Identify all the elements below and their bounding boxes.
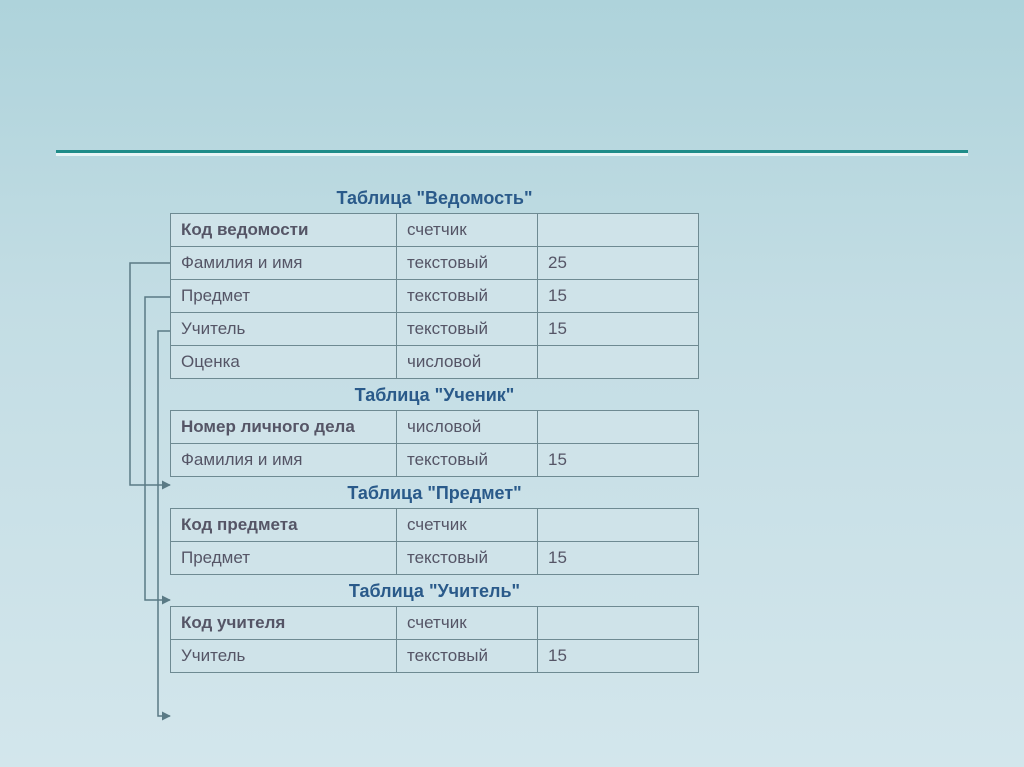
table-uchenik: Номер личного делачисловой Фамилия и имя… bbox=[170, 410, 699, 477]
table-uchitel: Код учителясчетчик Учительтекстовый15 bbox=[170, 606, 699, 673]
table-predmet: Код предметасчетчик Предметтекстовый15 bbox=[170, 508, 699, 575]
field-name: Код предмета bbox=[171, 509, 397, 542]
table-vedomost: Код ведомостисчетчик Фамилия и имятексто… bbox=[170, 213, 699, 379]
table-title-uchitel: Таблица "Учитель" bbox=[170, 581, 699, 602]
field-type: текстовый bbox=[397, 640, 538, 673]
field-type: текстовый bbox=[397, 280, 538, 313]
field-name: Оценка bbox=[171, 346, 397, 379]
table-row: Код предметасчетчик bbox=[171, 509, 699, 542]
field-type: счетчик bbox=[397, 607, 538, 640]
field-size bbox=[538, 214, 699, 247]
field-name: Учитель bbox=[171, 313, 397, 346]
field-type: числовой bbox=[397, 346, 538, 379]
field-size: 15 bbox=[538, 542, 699, 575]
table-title-predmet: Таблица "Предмет" bbox=[170, 483, 699, 504]
field-type: текстовый bbox=[397, 444, 538, 477]
field-name: Фамилия и имя bbox=[171, 444, 397, 477]
table-row: Оценкачисловой bbox=[171, 346, 699, 379]
field-type: счетчик bbox=[397, 214, 538, 247]
field-name: Предмет bbox=[171, 280, 397, 313]
table-row: Учительтекстовый15 bbox=[171, 640, 699, 673]
field-size: 15 bbox=[538, 640, 699, 673]
field-size: 15 bbox=[538, 280, 699, 313]
field-name: Учитель bbox=[171, 640, 397, 673]
field-type: счетчик bbox=[397, 509, 538, 542]
field-type: текстовый bbox=[397, 313, 538, 346]
table-row: Предметтекстовый15 bbox=[171, 542, 699, 575]
table-row: Фамилия и имятекстовый15 bbox=[171, 444, 699, 477]
table-row: Код учителясчетчик bbox=[171, 607, 699, 640]
field-size: 25 bbox=[538, 247, 699, 280]
field-name: Код учителя bbox=[171, 607, 397, 640]
field-size bbox=[538, 346, 699, 379]
schema-diagram: Таблица "Ведомость" Код ведомостисчетчик… bbox=[170, 182, 699, 673]
field-name: Предмет bbox=[171, 542, 397, 575]
table-row: Номер личного делачисловой bbox=[171, 411, 699, 444]
table-title-uchenik: Таблица "Ученик" bbox=[170, 385, 699, 406]
table-row: Код ведомостисчетчик bbox=[171, 214, 699, 247]
field-name: Код ведомости bbox=[171, 214, 397, 247]
field-size bbox=[538, 411, 699, 444]
field-size: 15 bbox=[538, 313, 699, 346]
field-size bbox=[538, 607, 699, 640]
table-title-vedomost: Таблица "Ведомость" bbox=[170, 188, 699, 209]
field-size bbox=[538, 509, 699, 542]
field-name: Фамилия и имя bbox=[171, 247, 397, 280]
field-type: числовой bbox=[397, 411, 538, 444]
field-name: Номер личного дела bbox=[171, 411, 397, 444]
table-row: Фамилия и имятекстовый25 bbox=[171, 247, 699, 280]
table-row: Предметтекстовый15 bbox=[171, 280, 699, 313]
field-type: текстовый bbox=[397, 247, 538, 280]
field-type: текстовый bbox=[397, 542, 538, 575]
table-row: Учительтекстовый15 bbox=[171, 313, 699, 346]
field-size: 15 bbox=[538, 444, 699, 477]
horizontal-rule bbox=[56, 150, 968, 156]
